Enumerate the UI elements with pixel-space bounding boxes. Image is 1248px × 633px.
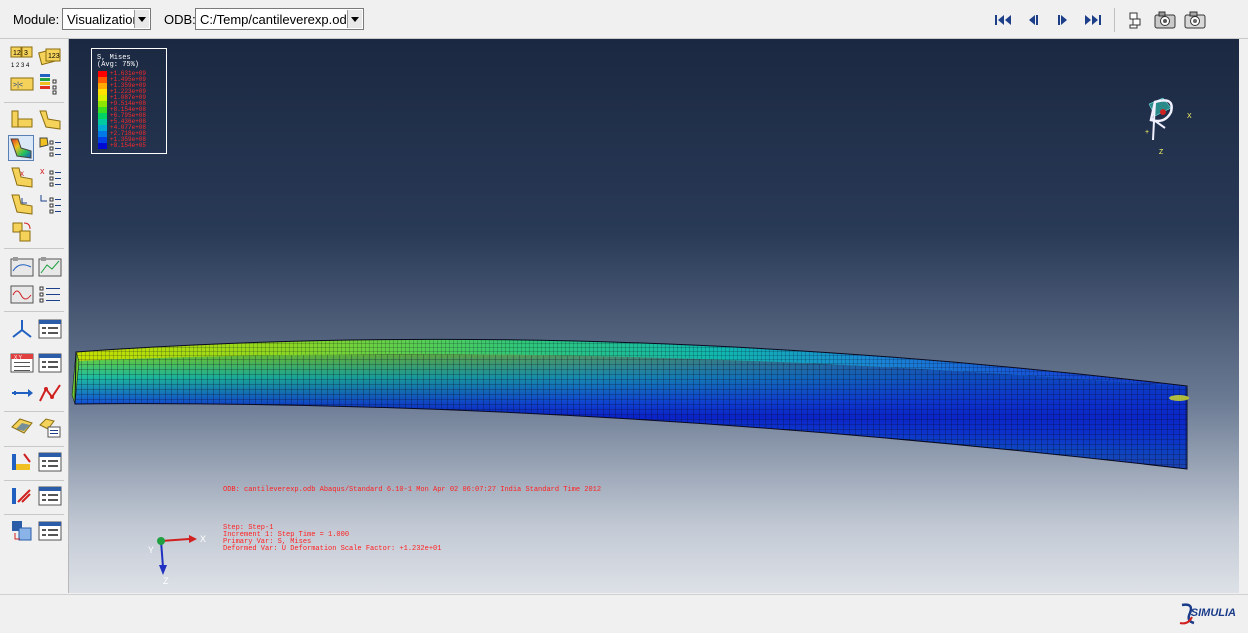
query-information-icon[interactable] — [10, 450, 34, 474]
graphics-viewport[interactable]: S, Mises (Avg: 75%) +1.631e+09 +1.495e+0… — [69, 39, 1239, 593]
svg-text:x: x — [40, 166, 45, 176]
svg-text:12: 12 — [13, 50, 21, 57]
free-body-cut-icon[interactable] — [10, 484, 34, 508]
view-cut-icon[interactable] — [10, 415, 34, 439]
odb-info-line: ODB: cantileverexp.odb Abaqus/Standard 6… — [223, 486, 602, 494]
animate-time-history-icon[interactable] — [38, 255, 62, 279]
query-manager-icon[interactable] — [38, 450, 62, 474]
status-bar: SIMULIA — [0, 594, 1248, 633]
animate-scale-factor-icon[interactable] — [10, 255, 34, 279]
visualization-toolbox: 12 3 1 2 3 4 123 >|< x x X Y — [0, 39, 69, 593]
xy-plot-manager-icon[interactable] — [38, 351, 62, 375]
triad-y-label: Y — [148, 545, 154, 555]
odb-select[interactable]: C:/Temp/cantileverexp.odb — [195, 8, 364, 30]
svg-text:3: 3 — [24, 50, 28, 57]
module-label: Module: — [13, 12, 60, 27]
xy-data-manager-icon[interactable] — [38, 317, 62, 341]
layer-stack-icon[interactable] — [38, 72, 62, 96]
toolbox-divider — [4, 102, 64, 103]
context-toolbar: Module: Visualization ODB: C:/Temp/canti… — [0, 0, 1248, 39]
simulia-brand: SIMULIA — [1190, 607, 1236, 619]
toolbox-divider — [4, 446, 64, 447]
previous-frame-icon[interactable] — [1022, 10, 1044, 30]
first-frame-icon[interactable] — [992, 10, 1014, 30]
viewport-layout-icon[interactable] — [1124, 10, 1146, 30]
camera-movie-icon[interactable] — [1153, 10, 1176, 30]
svg-text:123: 123 — [48, 53, 60, 60]
toolbox-divider — [4, 248, 64, 249]
toolbox-divider — [4, 480, 64, 481]
odb-frame-icon[interactable]: 12 3 1 2 3 4 — [10, 45, 34, 69]
allow-multiple-plot-states-icon[interactable] — [10, 220, 34, 244]
plot-contours-icon[interactable] — [8, 135, 34, 161]
view-cut-manager-icon[interactable] — [38, 415, 62, 439]
odb-label: ODB: — [164, 12, 196, 27]
axis-triad: X Y Z — [145, 529, 215, 586]
animate-harmonic-icon[interactable] — [10, 282, 34, 306]
svg-text:>|<: >|< — [13, 82, 23, 89]
display-group-manager-icon[interactable] — [38, 519, 62, 543]
toolbox-divider — [4, 311, 64, 312]
deformed-beam-model[interactable] — [69, 39, 1239, 593]
deformed-var-info: Deformed Var: U Deformation Scale Factor… — [223, 545, 442, 553]
display-group-icon[interactable] — [10, 519, 34, 543]
step-range-icon[interactable]: >|< — [10, 72, 34, 96]
plot-deformed-icon[interactable] — [38, 107, 62, 131]
create-path-icon[interactable] — [10, 381, 34, 405]
module-select-value: Visualization — [67, 12, 140, 27]
symbol-options-icon[interactable]: x — [38, 165, 62, 189]
triad-x-label: X — [200, 534, 206, 544]
contour-options-icon[interactable] — [38, 135, 62, 159]
camera-icon[interactable] — [1183, 10, 1206, 30]
plot-undeformed-icon[interactable] — [10, 107, 34, 131]
plot-material-orientations-icon[interactable] — [10, 192, 34, 216]
plot-symbols-icon[interactable]: x — [10, 165, 34, 189]
create-xy-data-icon[interactable] — [10, 317, 34, 341]
chevron-down-icon[interactable] — [347, 10, 362, 28]
toolbar-separator — [1114, 8, 1115, 32]
toolbox-divider — [4, 514, 64, 515]
chevron-down-icon[interactable] — [134, 10, 149, 28]
odb-select-value: C:/Temp/cantileverexp.odb — [200, 12, 354, 27]
next-frame-icon[interactable] — [1052, 10, 1074, 30]
xy-table-icon[interactable]: X Y — [10, 351, 34, 375]
module-select[interactable]: Visualization — [62, 8, 151, 30]
animation-options-icon[interactable] — [38, 282, 62, 306]
svg-text:X Y: X Y — [14, 355, 23, 361]
free-body-manager-icon[interactable] — [38, 484, 62, 508]
orientation-options-icon[interactable] — [38, 192, 62, 216]
triad-z-label: Z — [163, 576, 169, 585]
last-frame-icon[interactable] — [1082, 10, 1104, 30]
frame-select-icon[interactable]: 123 — [38, 45, 62, 69]
svg-text:x: x — [20, 169, 24, 178]
svg-text:1 2 3 4: 1 2 3 4 — [11, 63, 30, 69]
path-plot-icon[interactable] — [38, 381, 62, 405]
toolbox-divider — [4, 411, 64, 412]
